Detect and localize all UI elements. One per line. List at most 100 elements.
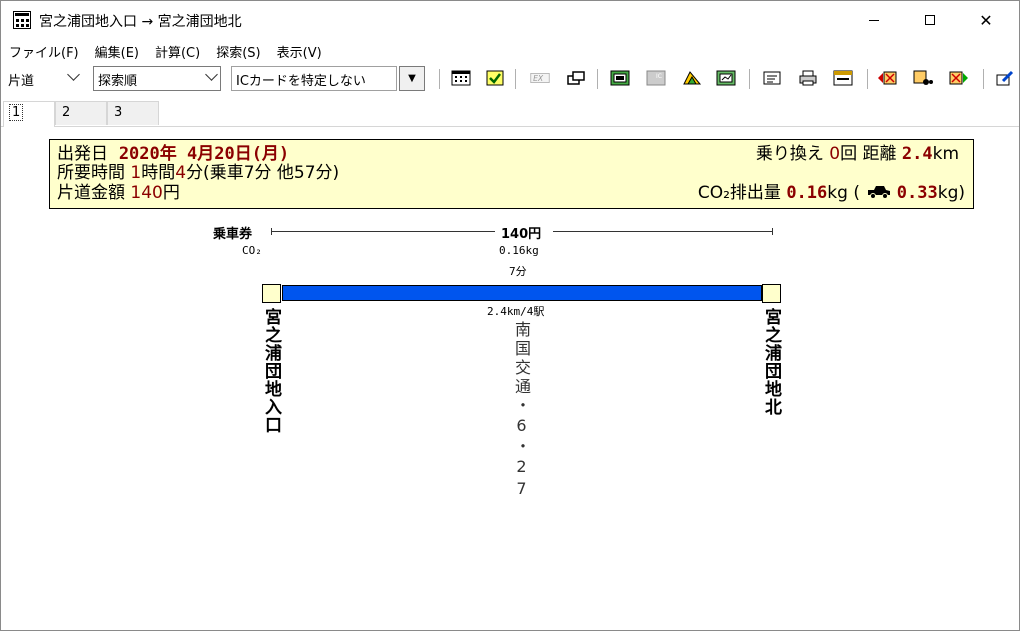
- calendar-icon: [716, 70, 736, 86]
- fare-range-end: [772, 228, 773, 235]
- sort-order-select[interactable]: 探索順: [93, 66, 221, 91]
- transfer-unit: 回: [840, 144, 858, 164]
- transfer-label: 乗り換え: [755, 144, 824, 164]
- distance-stations: 2.4km/4駅: [487, 305, 545, 318]
- transfer-button[interactable]: [566, 69, 586, 87]
- ic-card-select[interactable]: ICカードを特定しない: [231, 66, 397, 91]
- memo-button[interactable]: [762, 69, 782, 87]
- co2-value: 0.16: [786, 183, 828, 203]
- fare-range-line-right: [553, 231, 773, 232]
- duration-hours-unit: 時間: [141, 163, 176, 183]
- co2-small-label: CO₂: [242, 244, 262, 257]
- line-name[interactable]: 南国交通・6・27: [509, 321, 533, 501]
- duration-detail: 分(乗車7分 他57分): [186, 163, 340, 183]
- menu-view[interactable]: 表示(V): [277, 42, 322, 61]
- route-segment-bar[interactable]: [282, 285, 762, 301]
- toolbar-separator: [515, 69, 516, 89]
- svg-text:EX: EX: [533, 74, 544, 83]
- express-icon: EX: [530, 73, 550, 83]
- search-route-button[interactable]: [913, 69, 933, 87]
- duration-minutes: 4: [175, 163, 187, 183]
- app-window: 宮之浦団地入口 → 宮之浦団地北 ✕ ファイル(F) 編集(E) 計算(C) 探…: [0, 0, 1020, 631]
- menu-file[interactable]: ファイル(F): [9, 42, 79, 61]
- fare-label: 片道金額: [57, 183, 125, 203]
- next-route-button[interactable]: [949, 69, 969, 87]
- commuter-pass-icon: [610, 70, 630, 86]
- trip-type-value: 片道: [8, 74, 35, 89]
- arrow-left-icon: [878, 71, 897, 85]
- svg-text:IC: IC: [656, 73, 662, 80]
- origin-station-marker[interactable]: [262, 284, 281, 303]
- minimize-icon: [869, 19, 879, 21]
- commuter-pass-button[interactable]: [610, 69, 630, 87]
- previous-route-button[interactable]: [877, 69, 897, 87]
- close-icon: ✕: [979, 10, 993, 30]
- sort-order-value: 探索順: [98, 74, 138, 89]
- distance-label: 距離: [862, 144, 897, 164]
- minimize-button[interactable]: [847, 1, 901, 39]
- tab-3[interactable]: 3: [107, 101, 159, 125]
- menu-edit[interactable]: 編集(E): [95, 42, 139, 61]
- toolbar-separator: [983, 69, 984, 89]
- calendar-button[interactable]: [716, 69, 736, 87]
- ride-time: 7分: [509, 265, 527, 278]
- binoculars-icon: [913, 70, 933, 85]
- destination-station-marker[interactable]: [762, 284, 781, 303]
- co2-label: CO₂排出量: [697, 183, 781, 203]
- edit-button[interactable]: [995, 69, 1015, 87]
- timetable-icon: [451, 70, 471, 86]
- fare-amount: 140円: [501, 227, 542, 242]
- timetable-button[interactable]: [451, 69, 471, 87]
- car-co2-unit: kg): [937, 183, 965, 203]
- chevron-down-icon: [67, 68, 80, 81]
- title-bar: 宮之浦団地入口 → 宮之浦団地北 ✕: [1, 1, 1019, 39]
- duration-row: 所要時間 1時間4分(乗車7分 他57分): [57, 163, 339, 183]
- co2-segment-value: 0.16kg: [499, 244, 539, 257]
- settings-panel-icon: [833, 70, 853, 86]
- origin-station-name[interactable]: 宮之浦団地入口: [259, 308, 284, 434]
- tab-label: 2: [62, 105, 71, 120]
- ic-fare-button[interactable]: IC: [646, 69, 666, 87]
- arrow-right-icon: [949, 71, 968, 85]
- menu-bar: ファイル(F) 編集(E) 計算(C) 探索(S) 表示(V): [1, 39, 1019, 63]
- dropdown-arrow-icon: ▼: [408, 73, 416, 84]
- date-label: 出発日: [57, 144, 108, 164]
- car-co2-value: 0.33: [896, 183, 938, 203]
- ic-card-icon: IC: [646, 70, 666, 86]
- maximize-icon: [925, 15, 935, 25]
- route-summary: 出発日 2020年 4月20日(月) 所要時間 1時間4分(乗車7分 他57分)…: [49, 139, 974, 209]
- map-button[interactable]: [682, 69, 702, 87]
- menu-calculate[interactable]: 計算(C): [155, 42, 200, 61]
- co2-paren: (: [853, 183, 860, 203]
- destination-station-name[interactable]: 宮之浦団地北: [759, 308, 784, 416]
- settings-button[interactable]: [833, 69, 853, 87]
- ticket-label: 乗車券: [213, 227, 253, 242]
- route-check-button[interactable]: [485, 69, 505, 87]
- toolbar: 片道 探索順 ICカードを特定しない ▼ EX IC: [1, 63, 1019, 95]
- tab-2[interactable]: 2: [55, 101, 107, 125]
- fare-row: 片道金額 140円: [57, 183, 180, 203]
- timetable-app-icon: [13, 11, 31, 29]
- express-button[interactable]: EX: [527, 69, 553, 87]
- ic-card-value: ICカードを特定しない: [236, 74, 366, 89]
- close-button[interactable]: ✕: [959, 1, 1013, 39]
- transfer-distance-row: 乗り換え 0回 距離 2.4km: [756, 144, 959, 164]
- departure-date-row: 出発日 2020年 4月20日(月): [57, 144, 289, 164]
- map-icon: [683, 71, 702, 85]
- memo-icon: [763, 71, 781, 85]
- trip-type-select[interactable]: 片道: [3, 66, 83, 91]
- co2-unit: kg: [827, 183, 848, 203]
- duration-hours: 1: [130, 163, 142, 183]
- print-button[interactable]: [798, 69, 818, 87]
- tab-1[interactable]: 1: [3, 101, 55, 127]
- toolbar-separator: [867, 69, 868, 89]
- chevron-down-icon: [205, 68, 218, 81]
- check-route-icon: [486, 70, 504, 86]
- ic-card-dropdown-button[interactable]: ▼: [399, 66, 425, 91]
- tab-label: 1: [8, 104, 24, 121]
- window-title: 宮之浦団地入口 → 宮之浦団地北: [39, 14, 242, 30]
- menu-search[interactable]: 探索(S): [216, 42, 260, 61]
- toolbar-separator: [439, 69, 440, 89]
- maximize-button[interactable]: [903, 1, 957, 39]
- fare-range-line-left: [271, 231, 495, 232]
